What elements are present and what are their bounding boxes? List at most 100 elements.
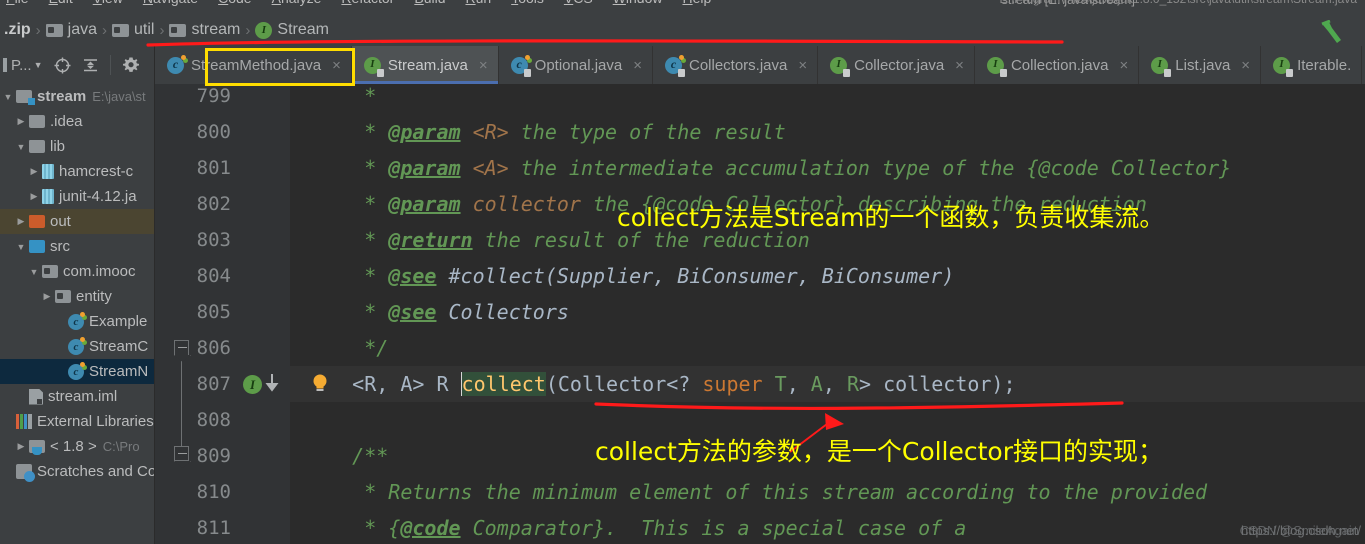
gutter-line[interactable]: 804 bbox=[155, 258, 290, 294]
line-number: 803 bbox=[196, 229, 231, 251]
interface-icon bbox=[986, 56, 1007, 77]
twisty-icon[interactable]: ▶ bbox=[26, 191, 42, 202]
code-line-799[interactable]: * bbox=[290, 84, 1365, 114]
jar-icon bbox=[42, 164, 54, 179]
implemented-method-icon[interactable]: I bbox=[243, 375, 262, 394]
tree-item-streamc[interactable]: StreamC bbox=[0, 334, 154, 359]
tree-item-streamn[interactable]: StreamN bbox=[0, 359, 154, 384]
breadcrumb-item-stream[interactable]: stream bbox=[167, 21, 242, 39]
close-icon[interactable]: × bbox=[479, 57, 488, 74]
breadcrumb-item-stream[interactable]: I Stream bbox=[253, 21, 331, 39]
tree-item-scratchesandco[interactable]: Scratches and Co bbox=[0, 459, 154, 484]
code-line-811[interactable]: * {@code Comparator}. This is a special … bbox=[290, 510, 1365, 544]
menu-item-edit[interactable]: Edit bbox=[49, 0, 73, 6]
gutter-line[interactable]: 800 bbox=[155, 114, 290, 150]
close-icon[interactable]: × bbox=[798, 57, 807, 74]
breadcrumb-item-java[interactable]: java bbox=[44, 21, 99, 39]
code-line-807[interactable]: <R, A> R collect (Collector<? super T, A,… bbox=[290, 366, 1365, 402]
menu-item-run[interactable]: Run bbox=[465, 0, 491, 6]
menu-item-analyze[interactable]: Analyze bbox=[272, 0, 322, 6]
code-line-801[interactable]: * @param <A> the intermediate accumulati… bbox=[290, 150, 1365, 186]
tab-collectionjava[interactable]: Collection.java × bbox=[975, 46, 1140, 84]
menu-item-window[interactable]: Window bbox=[613, 0, 663, 6]
close-icon[interactable]: × bbox=[955, 57, 964, 74]
gutter-line[interactable]: 799 bbox=[155, 84, 290, 114]
tree-item-junit412ja[interactable]: ▶ junit-4.12.ja bbox=[0, 184, 154, 209]
menu-item-navigate[interactable]: Navigate bbox=[143, 0, 198, 6]
code-fold-collapse-bottom[interactable] bbox=[174, 446, 189, 461]
gutter-line[interactable]: 801 bbox=[155, 150, 290, 186]
tree-item-src[interactable]: ▼ src bbox=[0, 234, 154, 259]
breadcrumb-item-util[interactable]: util bbox=[110, 21, 156, 39]
project-tool-label[interactable]: P... ▼ bbox=[3, 57, 43, 74]
menu-item-view[interactable]: View bbox=[93, 0, 123, 6]
breadcrumb-item-zip[interactable]: .zip bbox=[2, 21, 33, 39]
collapse-all-icon[interactable] bbox=[82, 57, 99, 74]
hammer-icon[interactable] bbox=[1317, 20, 1347, 44]
tree-item-externallibraries[interactable]: External Libraries bbox=[0, 409, 154, 434]
tree-item-entity[interactable]: ▶ entity bbox=[0, 284, 154, 309]
tab-collectorsjava[interactable]: Collectors.java × bbox=[653, 46, 819, 84]
gutter-line[interactable]: 803 bbox=[155, 222, 290, 258]
tree-item-idea[interactable]: ▶ .idea bbox=[0, 109, 154, 134]
twisty-icon[interactable]: ▶ bbox=[13, 441, 29, 452]
code-line-806[interactable]: */ bbox=[290, 330, 1365, 366]
tab-streamjava[interactable]: Stream.java × bbox=[351, 46, 499, 84]
gutter-line[interactable]: 802 bbox=[155, 186, 290, 222]
iml-icon bbox=[29, 388, 43, 405]
tree-item-label: hamcrest-c bbox=[59, 163, 134, 180]
menu-item-code[interactable]: Code bbox=[218, 0, 251, 6]
tree-item-streamiml[interactable]: stream.iml bbox=[0, 384, 154, 409]
twisty-icon[interactable]: ▼ bbox=[26, 267, 42, 277]
close-icon[interactable]: × bbox=[633, 57, 642, 74]
tree-item-out[interactable]: ▶ out bbox=[0, 209, 154, 234]
tab-streammethodjava[interactable]: StreamMethod.java × bbox=[155, 46, 352, 84]
tree-item-example[interactable]: Example bbox=[0, 309, 154, 334]
twisty-icon[interactable]: ▶ bbox=[13, 116, 29, 127]
code-editor[interactable]: 799 800 801 802 803 804 805 806 807 808 809 810 811 I… bbox=[155, 84, 1365, 544]
code-content[interactable]: * * @param <R> the type of the result * … bbox=[290, 84, 1365, 544]
code-line-805[interactable]: * @see Collectors bbox=[290, 294, 1365, 330]
gutter-line[interactable]: 810 bbox=[155, 474, 290, 510]
menu-item-tools[interactable]: Tools bbox=[511, 0, 544, 6]
menu-item-vcs[interactable]: VCS bbox=[564, 0, 593, 6]
menu-item-refactor[interactable]: Refactor bbox=[341, 0, 394, 6]
gutter-line[interactable]: 805 bbox=[155, 294, 290, 330]
close-icon[interactable]: × bbox=[332, 57, 341, 74]
code-line-810[interactable]: * Returns the minimum element of this st… bbox=[290, 474, 1365, 510]
tab-optionaljava[interactable]: Optional.java × bbox=[499, 46, 653, 84]
tree-item-hamcrestc[interactable]: ▶ hamcrest-c bbox=[0, 159, 154, 184]
twisty-icon[interactable]: ▶ bbox=[13, 216, 29, 227]
override-down-arrow-icon[interactable] bbox=[265, 372, 279, 396]
tree-item-lib[interactable]: ▼ lib bbox=[0, 134, 154, 159]
tree-item-comimooc[interactable]: ▼ com.imooc bbox=[0, 259, 154, 284]
twisty-icon[interactable]: ▶ bbox=[26, 166, 42, 177]
twisty-icon[interactable]: ▼ bbox=[13, 242, 29, 252]
close-icon[interactable]: × bbox=[1241, 57, 1250, 74]
code-fold-collapse-top[interactable] bbox=[174, 340, 189, 355]
tree-item-stream[interactable]: ▼ stream E:\java\st bbox=[0, 84, 154, 109]
menu-item-help[interactable]: Help bbox=[682, 0, 711, 6]
annotation-note-1: collect方法是Stream的一个函数，负责收集流。 bbox=[617, 203, 1165, 232]
tab-listjava[interactable]: List.java × bbox=[1139, 46, 1262, 84]
twisty-icon[interactable]: ▶ bbox=[39, 291, 55, 302]
tree-item-18[interactable]: ▶ < 1.8 > C:\Pro bbox=[0, 434, 154, 459]
tab-iterable[interactable]: Iterable. bbox=[1261, 46, 1363, 84]
gutter-line[interactable]: 808 bbox=[155, 402, 290, 438]
settings-gear-icon[interactable] bbox=[122, 56, 140, 74]
twisty-icon[interactable]: ▼ bbox=[13, 142, 29, 152]
locate-icon[interactable] bbox=[54, 57, 71, 74]
tab-collectorjava[interactable]: Collector.java × bbox=[818, 46, 975, 84]
twisty-icon[interactable]: ▼ bbox=[0, 92, 16, 102]
project-tree[interactable]: ▼ stream E:\java\st ▶ .idea ▼ lib ▶ hamcrest-c ▶ j… bbox=[0, 84, 155, 544]
tree-item-path: E:\java\st bbox=[92, 89, 146, 104]
menu-item-file[interactable]: File bbox=[6, 0, 29, 6]
lightbulb-icon[interactable] bbox=[310, 372, 330, 396]
close-icon[interactable]: × bbox=[1120, 57, 1129, 74]
intellij-idea-window: File Edit View Navigate Code Analyze Refactor B… bbox=[0, 0, 1365, 544]
editor-gutter[interactable]: 799 800 801 802 803 804 805 806 807 808 809 810 811 I bbox=[155, 84, 290, 544]
code-line-800[interactable]: * @param <R> the type of the result bbox=[290, 114, 1365, 150]
code-line-804[interactable]: * @see #collect(Supplier, BiConsumer, Bi… bbox=[290, 258, 1365, 294]
menu-item-build[interactable]: Build bbox=[414, 0, 445, 6]
gutter-line[interactable]: 811 bbox=[155, 510, 290, 544]
